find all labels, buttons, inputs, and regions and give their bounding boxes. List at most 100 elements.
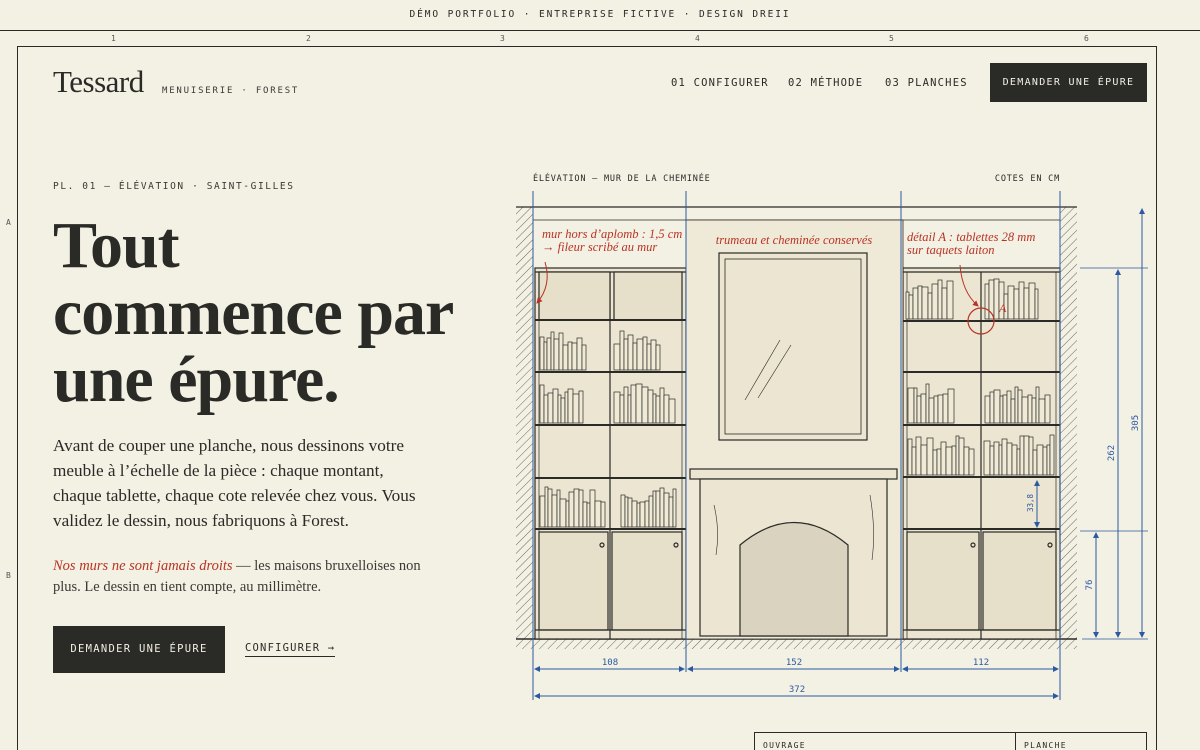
book-spine [1018, 281, 1025, 320]
elevation-drawing: ÉLÉVATION — MUR DE LA CHEMINÉE COTES EN … [516, 172, 1148, 700]
book-spine [576, 337, 583, 371]
book-spine [984, 395, 991, 424]
book-spine [993, 441, 1000, 476]
book-spine [586, 502, 591, 528]
book-spine [652, 490, 657, 528]
book-spine [635, 383, 643, 424]
book-spine [573, 488, 580, 528]
book-spine [567, 388, 574, 424]
book-spine [968, 448, 975, 476]
book-spine [620, 494, 626, 528]
book-spine [581, 344, 587, 371]
book-spine [1044, 394, 1051, 424]
book-spine [619, 394, 625, 424]
book-spine [655, 344, 661, 371]
book-spine [613, 391, 621, 424]
book-spine [931, 283, 939, 320]
book-spine [940, 441, 947, 476]
book-spine [912, 287, 919, 320]
book-spine [911, 446, 917, 476]
book-spine [983, 440, 991, 476]
book-spine [646, 343, 652, 371]
book-spine [668, 398, 676, 424]
book-spine [568, 491, 575, 528]
book-spine [913, 387, 918, 424]
book-spine [1027, 394, 1033, 424]
book-spine [1023, 287, 1030, 320]
book-spine [1028, 436, 1034, 476]
book-spine [1023, 435, 1030, 476]
book-spine [928, 397, 935, 424]
book-spine [624, 496, 629, 528]
book-spine [1014, 386, 1019, 424]
book-spine [942, 393, 949, 424]
book-spine [639, 501, 646, 528]
book-spine [963, 446, 970, 476]
book-spine [631, 500, 638, 528]
book-spine [642, 336, 648, 371]
book-spine [916, 395, 922, 424]
book-spine [659, 487, 665, 528]
book-spine [1007, 285, 1015, 320]
drawing-title: ÉLÉVATION — MUR DE LA CHEMINÉE [533, 172, 711, 184]
book-spine [659, 387, 665, 424]
book-spine [1036, 444, 1044, 476]
book-spine [544, 486, 549, 528]
book-spine [947, 388, 955, 424]
book-spine [589, 489, 596, 528]
book-spine [652, 393, 657, 424]
book-spine [648, 495, 654, 528]
book-spine [600, 501, 606, 528]
book-spine [641, 386, 649, 424]
book-spine [1049, 434, 1055, 476]
dim-upper-height: 262 [1107, 445, 1117, 461]
book-spine [553, 338, 560, 371]
book-spine [941, 287, 948, 320]
book-spine [655, 490, 661, 528]
book-spine [644, 500, 650, 528]
book-spine [550, 331, 555, 371]
book-spine [564, 391, 569, 424]
book-spine [613, 343, 621, 371]
book-spine [539, 384, 545, 424]
drawing-units: COTES EN CM [995, 174, 1060, 184]
book-spine [556, 489, 561, 528]
book-spine [630, 384, 637, 424]
right-wall-hatch [1060, 207, 1077, 639]
book-spine [1042, 446, 1048, 476]
annotation-detail-a: détail A : tablettes 28 mm [907, 230, 1035, 244]
dim-left-width: 108 [602, 658, 618, 668]
book-spine [636, 502, 641, 528]
book-spine [1019, 435, 1025, 476]
book-spine [539, 336, 545, 371]
book-spine [907, 387, 915, 424]
book-spine [1031, 397, 1037, 424]
book-spine [672, 488, 677, 528]
book-spine [989, 445, 995, 476]
book-spine [567, 341, 573, 371]
book-spine [655, 395, 661, 424]
book-spine [632, 342, 638, 371]
annotation-scribe: → fileur scribé au mur [542, 240, 657, 254]
book-spine [647, 389, 654, 424]
book-spine [905, 291, 910, 320]
book-spine [945, 446, 953, 476]
book-spine [543, 341, 548, 371]
book-spine [1010, 398, 1016, 424]
book-spine [1034, 288, 1039, 320]
book-spine [917, 285, 923, 320]
book-spine [578, 489, 584, 528]
book-spine [578, 390, 584, 424]
left-bookcase [534, 267, 687, 640]
annotation-chimney: trumeau et cheminée conservés [716, 233, 873, 247]
book-spine [619, 330, 625, 371]
book-spine [932, 449, 938, 476]
book-spine [543, 394, 549, 424]
book-spine [539, 495, 546, 528]
annotation-brass: sur taquets laiton [907, 243, 995, 257]
book-spine [1002, 394, 1008, 424]
floor-hatch [516, 639, 1077, 649]
book-spine [1016, 448, 1021, 476]
book-spine [937, 279, 943, 320]
book-spine [989, 391, 995, 424]
